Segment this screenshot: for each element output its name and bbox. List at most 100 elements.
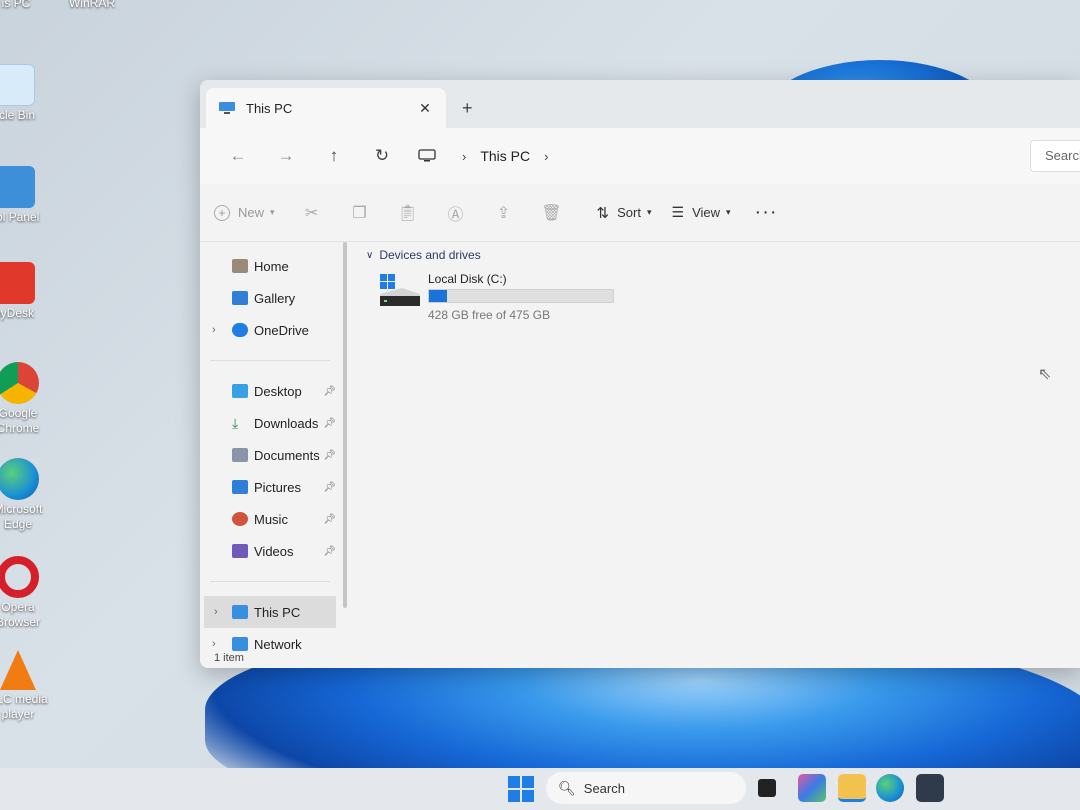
tab-this-pc[interactable]: This PC ✕ <box>206 88 446 128</box>
sidebar-item-downloads[interactable]: ⤓ Downloads 📌︎ <box>200 407 340 439</box>
sort-icon: ⇅ <box>596 204 610 222</box>
taskbar-search[interactable]: 🔍︎ Search <box>546 772 746 804</box>
new-button[interactable]: + New ▾ <box>214 197 285 229</box>
refresh-button[interactable]: ↻ <box>358 140 406 172</box>
desktop-icon-label: ycle Bin <box>0 108 36 122</box>
sidebar-item-documents[interactable]: Documents 📌︎ <box>200 439 340 471</box>
copy-icon[interactable]: ❐ <box>347 201 373 225</box>
forward-button[interactable]: → <box>262 140 310 172</box>
content-pane: ∨ Devices and drives Local Disk (C:) 428… <box>340 242 1080 612</box>
view-label: View <box>692 205 721 220</box>
desktop-icon-anydesk[interactable]: nyDesk <box>0 262 44 321</box>
chevron-right-icon[interactable]: › <box>212 638 216 650</box>
more-options-icon[interactable]: ··· <box>755 201 778 224</box>
sidebar-scrollbar[interactable] <box>343 242 347 608</box>
desktop-icon-label: Opera Browser <box>0 600 40 629</box>
share-icon[interactable]: ⇪ <box>491 201 517 225</box>
desktop-icon-label: is PC <box>1 0 31 10</box>
pin-icon[interactable]: 📌︎ <box>323 546 336 557</box>
windows-logo-tile <box>508 790 520 802</box>
start-button[interactable] <box>508 776 534 802</box>
drive-usage-fill <box>429 290 448 302</box>
pin-icon[interactable]: 📌︎ <box>323 418 336 429</box>
pin-icon[interactable]: 📌︎ <box>323 482 336 493</box>
sidebar-item-onedrive[interactable]: › OneDrive <box>200 314 340 346</box>
status-bar-item-count: 1 item <box>214 652 244 664</box>
home-icon <box>232 259 248 273</box>
address-bar[interactable]: › This PC › <box>418 140 562 172</box>
drive-item-local-disk-c[interactable]: Local Disk (C:) 428 GB free of 475 GB <box>378 272 1080 322</box>
back-button[interactable]: ← <box>214 140 262 172</box>
pictures-icon <box>232 480 248 494</box>
desktop-icon-this-pc[interactable]: is PC <box>0 0 46 11</box>
breadcrumb-chevron[interactable]: › <box>544 149 548 164</box>
copilot-icon[interactable] <box>798 774 826 802</box>
mouse-cursor-icon: ⇖ <box>1038 366 1052 383</box>
recycle-bin-icon <box>0 64 35 106</box>
sidebar-item-home[interactable]: Home <box>200 250 340 282</box>
sidebar-item-label: Gallery <box>254 290 296 306</box>
pin-icon[interactable]: 📌︎ <box>323 514 336 525</box>
search-input[interactable]: Search <box>1030 140 1080 172</box>
chevron-right-icon[interactable]: › <box>214 606 218 618</box>
desktop-icon-opera[interactable]: Opera Browser <box>0 556 48 630</box>
desktop-icon-winrar[interactable]: WinRAR <box>62 0 122 11</box>
drive-free-space: 428 GB free of 475 GB <box>428 308 551 322</box>
view-button[interactable]: ☰ View ▾ <box>662 197 741 229</box>
music-icon <box>232 512 248 526</box>
sidebar-item-pictures[interactable]: Pictures 📌︎ <box>200 471 340 503</box>
desktop-icon-recycle-bin[interactable]: ycle Bin <box>0 64 44 123</box>
close-icon[interactable]: ✕ <box>412 100 438 117</box>
pin-icon[interactable]: 📌︎ <box>323 450 336 461</box>
chrome-icon <box>0 362 39 404</box>
paste-icon[interactable]: 📋︎ <box>395 201 421 225</box>
desktop-icon-google-chrome[interactable]: Google Chrome <box>0 362 48 436</box>
sidebar-item-label: This PC <box>254 604 301 620</box>
chevron-down-icon: ▾ <box>726 207 731 217</box>
command-bar: + New ▾ ✂ ❐ 📋︎ Ⓐ ⇪ 🗑︎ ⇅ Sort ▾ ☰ View ▾ … <box>200 184 1080 242</box>
group-header-devices[interactable]: ∨ Devices and drives <box>366 248 1080 262</box>
desktop-icon-label: nyDesk <box>0 306 34 320</box>
new-tab-button[interactable]: + <box>462 98 473 119</box>
edge-icon <box>0 458 39 500</box>
delete-icon[interactable]: 🗑︎ <box>539 201 565 225</box>
sort-button[interactable]: ⇅ Sort ▾ <box>587 197 662 229</box>
up-button[interactable]: ↑ <box>310 140 358 172</box>
rename-icon[interactable]: Ⓐ <box>443 201 469 225</box>
sidebar-item-music[interactable]: Music 📌︎ <box>200 503 340 535</box>
store-icon[interactable] <box>916 774 944 802</box>
new-label: New <box>238 205 265 220</box>
task-view-icon[interactable] <box>758 779 776 797</box>
drive-usage-bar <box>428 289 614 303</box>
desktop-icon-vlc[interactable]: VLC media player <box>0 650 48 722</box>
edge-icon[interactable] <box>876 774 904 802</box>
pin-icon[interactable]: 📌︎ <box>323 386 336 397</box>
sidebar-item-videos[interactable]: Videos 📌︎ <box>200 535 340 567</box>
this-pc-icon <box>232 605 248 619</box>
sidebar-item-label: Pictures <box>254 479 301 495</box>
explorer-body: Home Gallery › OneDrive Desktop 📌︎ ⤓ Dow… <box>200 242 1080 652</box>
sidebar-item-label: Downloads <box>254 415 319 431</box>
file-explorer-taskbar-icon[interactable] <box>838 774 866 802</box>
chevron-down-icon: ∨ <box>366 249 374 261</box>
windows-logo-tile <box>522 790 534 802</box>
file-explorer-window: This PC ✕ + ← → ↑ ↻ › This PC › Search +… <box>200 80 1080 668</box>
network-icon <box>232 637 248 651</box>
downloads-icon: ⤓ <box>232 415 239 431</box>
sidebar-item-gallery[interactable]: Gallery <box>200 282 340 314</box>
desktop-icon-control-panel[interactable]: trol Panel <box>0 166 44 225</box>
tab-title: This PC <box>246 100 293 116</box>
sidebar-item-label: OneDrive <box>254 322 309 338</box>
videos-icon <box>232 544 248 558</box>
sidebar-item-desktop[interactable]: Desktop 📌︎ <box>200 375 340 407</box>
onedrive-icon <box>232 323 248 337</box>
desktop-icon-label: Google Chrome <box>0 406 40 435</box>
cut-icon[interactable]: ✂ <box>299 201 325 225</box>
desktop-icon-microsoft-edge[interactable]: Microsoft Edge <box>0 458 48 532</box>
sidebar-item-label: Music <box>254 511 288 527</box>
sidebar-item-this-pc[interactable]: › This PC <box>204 596 336 628</box>
breadcrumb-this-pc[interactable]: This PC <box>480 148 530 164</box>
desktop-icon-label: WinRAR <box>68 0 115 10</box>
chevron-down-icon: ▾ <box>270 207 275 217</box>
chevron-right-icon[interactable]: › <box>212 324 216 336</box>
